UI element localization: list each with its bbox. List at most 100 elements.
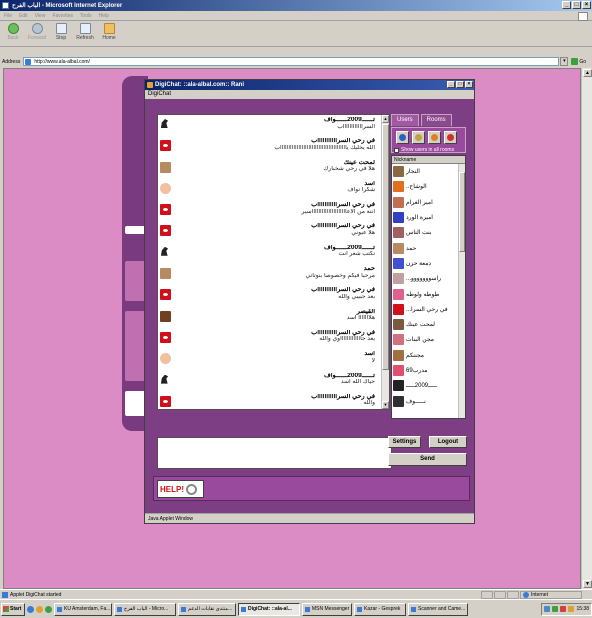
go-button[interactable]: Go bbox=[571, 58, 586, 65]
user-list-scrollbar[interactable] bbox=[458, 164, 465, 418]
message-input[interactable] bbox=[157, 437, 392, 469]
tray-icon[interactable] bbox=[568, 606, 575, 612]
message-panel: ﺗــــــ2009ــــــﻮﺍﻑ ﺍﻟﺴﺮﺍﺍﺍﺍﺍﺍﺍﺍﺍﺍﺍﺍﺏ ﻓﻲ … bbox=[157, 114, 390, 410]
user-list-item[interactable]: ﺩﻣﻌﺔ ﺣﺰﻥ bbox=[392, 256, 465, 271]
user-list-item[interactable]: ﻣﺪﺭﺏ69 bbox=[392, 363, 465, 378]
page-icon bbox=[25, 59, 32, 65]
scroll-down-button[interactable]: ▼ bbox=[583, 580, 592, 588]
private-message-button[interactable] bbox=[428, 131, 441, 144]
message-text: ﺷﻜﺮﺍ ﺗﻮﺍﻑ bbox=[347, 187, 375, 194]
tray-icon[interactable] bbox=[552, 606, 559, 612]
start-button[interactable]: Start bbox=[1, 602, 25, 616]
avatar-icon bbox=[160, 119, 171, 130]
taskbar-button[interactable]: ﺍﻟﺒﺎﺏ ﺍﻟﻔﺮﺡ - Micro... bbox=[114, 602, 176, 616]
scroll-up-button[interactable]: ▲ bbox=[583, 69, 592, 77]
user-list-item[interactable]: ﺍﻟﻮﺷﺎﺡ.. bbox=[392, 179, 465, 194]
user-list-item[interactable]: ﺑﻨﺖ ﺍﻟﻨﺎﺱ bbox=[392, 225, 465, 240]
user-list-item[interactable]: ﺍﻣﻴﺮﺓ ﺍﻟﻮﺭﺩ bbox=[392, 210, 465, 225]
user-avatar-icon bbox=[393, 395, 404, 407]
minimize-button[interactable]: _ bbox=[562, 1, 571, 9]
menu-bar: File Edit View Favorites Tools Help bbox=[0, 11, 592, 21]
user-list-item[interactable]: ﻟﻤﺤﺖ ﻋﻴﻨﻚ bbox=[392, 317, 465, 332]
send-button[interactable]: Send bbox=[388, 453, 467, 466]
security-zone: Internet bbox=[520, 590, 582, 599]
taskbar-button[interactable]: KU Amsterdam, Fa... bbox=[54, 602, 112, 616]
go-arrow-icon bbox=[571, 58, 579, 65]
help-button[interactable]: HELP! bbox=[157, 480, 204, 498]
logout-button[interactable]: Logout bbox=[429, 436, 467, 448]
stop-button[interactable]: Stop bbox=[51, 23, 71, 46]
close-button[interactable]: × bbox=[582, 1, 591, 9]
address-dropdown-button[interactable]: ▾ bbox=[560, 57, 569, 66]
user-list-item[interactable]: ﻣﺠﻨﻨﻜﻢ bbox=[392, 348, 465, 363]
page-scrollbar[interactable]: ▲ ▼ bbox=[581, 68, 592, 589]
taskbar-button[interactable]: MSN Messenger bbox=[302, 602, 352, 616]
user-nickname: ﺍﻣﻴﺮ ﺍﻟﻐﺮﺍﻡ bbox=[406, 199, 433, 206]
digichat-window: DigiChat: ::ala-albal.com:: Rani _ □ × D… bbox=[144, 79, 475, 524]
user-tools: Show users in all rooms bbox=[391, 127, 466, 153]
user-avatar-icon bbox=[393, 334, 404, 346]
taskbar-button[interactable]: Kazar - Gesprek bbox=[354, 602, 406, 616]
avatar-icon bbox=[160, 289, 171, 301]
checkbox[interactable] bbox=[394, 147, 399, 153]
show-all-rooms-checkbox[interactable]: Show users in all rooms bbox=[392, 147, 465, 153]
user-avatar-icon bbox=[393, 212, 404, 224]
menu-edit[interactable]: Edit bbox=[19, 13, 28, 19]
status-cell bbox=[494, 590, 506, 599]
taskbar-button[interactable]: Scanner and Came... bbox=[408, 602, 468, 616]
user-list-item[interactable]: ﺣﻤﺪ bbox=[392, 240, 465, 255]
user-list-item[interactable]: ﺍﻣﻴﺮ ﺍﻟﻐﺮﺍﻡ bbox=[392, 195, 465, 210]
ignore-user-button[interactable] bbox=[412, 131, 425, 144]
user-nickname: ﺍﻟﻨﺠﺎﺭ bbox=[406, 169, 420, 176]
quick-launch-icon[interactable] bbox=[45, 605, 52, 613]
maximize-button[interactable]: □ bbox=[572, 1, 581, 9]
user-avatar-icon bbox=[393, 166, 404, 178]
user-list-item[interactable]: ﺭﺍﺳﻮﻭﻭﻭﻭﻭﻭ... bbox=[392, 271, 465, 286]
chat-message: ﻓﻲ ﺭﺣﻲ ﺍﻟﺴﺮﺍﺍﺍﺍﺍﺍﺍﺍﺍﺍﺍﺏ ﺑﻌﺪ ﺣﺒﻴﺒﻲ ﻭﺍﻟﻠﻪ bbox=[160, 287, 382, 308]
menu-help[interactable]: Help bbox=[99, 13, 109, 19]
scroll-thumb[interactable] bbox=[459, 172, 465, 252]
menu-view[interactable]: View bbox=[35, 13, 46, 19]
tab-users[interactable]: Users bbox=[391, 114, 419, 126]
tray-icon[interactable] bbox=[560, 606, 567, 612]
forward-button[interactable]: Forward bbox=[27, 23, 47, 46]
avatar-icon bbox=[160, 161, 171, 173]
user-list-item[interactable]: ـــــ2009ـــــ bbox=[392, 378, 465, 393]
taskbar-button[interactable]: DigiChat: ::ala-al... bbox=[238, 602, 300, 616]
back-button[interactable]: Back bbox=[3, 23, 23, 46]
user-list-item[interactable]: ﻓﻲ ﺭﺣﻲ ﺍﻟﺴﺮﺍ... bbox=[392, 302, 465, 317]
refresh-button[interactable]: Refresh bbox=[75, 23, 95, 46]
taskbar-button[interactable]: ﻣﻨﺘﺪﻯ ﻧﻘﺎﺑﺎﺕ ﺍﻟﺪﻋﻢ... bbox=[178, 602, 236, 616]
menu-tools[interactable]: Tools bbox=[80, 13, 92, 19]
nickname-column-header[interactable]: Nickname bbox=[392, 156, 465, 164]
user-list-item[interactable]: ﺍﻟﻨﺠﺎﺭ bbox=[392, 164, 465, 179]
menu-favorites[interactable]: Favorites bbox=[52, 13, 73, 19]
settings-button[interactable]: Settings bbox=[388, 436, 421, 448]
chat-minimize-button[interactable]: _ bbox=[447, 81, 455, 88]
user-list-item[interactable]: ﻃﻮﻃﻪ ﻭﻟﻮﻃﻪ bbox=[392, 286, 465, 301]
help-area: HELP! bbox=[153, 476, 470, 501]
tray-icon[interactable] bbox=[544, 606, 551, 612]
user-list-item[interactable]: ﻣﺠﻦ ﺍﻟﺒﻨﺎﺕ bbox=[392, 332, 465, 347]
address-bar: Address http://www.ala-albal.com/ ▾ Go bbox=[0, 56, 592, 67]
message-text: ﺣﻴﺎﻙ ﺍﻟﻠﻪ ﺍﺳﺪ bbox=[340, 379, 375, 386]
message-text: ﻻ bbox=[371, 357, 375, 364]
quick-launch-icon[interactable] bbox=[36, 605, 43, 613]
address-input[interactable]: http://www.ala-albal.com/ bbox=[23, 57, 560, 66]
buzz-user-button[interactable] bbox=[444, 131, 457, 144]
chat-message: ﻓﻲ ﺭﺣﻲ ﺍﻟﺴﺮﺍﺍﺍﺍﺍﺍﺍﺍﺍﺍﺍﺏ ﻳﻌﺪ ﺟﺎﺍﺍﺍﺍﺍﺍﺍﺍﺍﺍﺍ… bbox=[160, 330, 382, 351]
user-list-item[interactable]: ﻧـــــﻮﻑ bbox=[392, 393, 465, 408]
message-text: ﻭﺍﻟﻠﻪ bbox=[363, 400, 375, 407]
chat-message: ﺍﺳﺪ ﻻ bbox=[160, 351, 382, 372]
user-avatar-icon bbox=[393, 288, 404, 300]
user-avatar-icon bbox=[393, 257, 404, 269]
home-button[interactable]: Home bbox=[99, 23, 119, 46]
quick-launch-icon[interactable] bbox=[27, 605, 34, 613]
chat-close-button[interactable]: × bbox=[465, 81, 473, 88]
tab-rooms[interactable]: Rooms bbox=[420, 114, 452, 126]
user-nickname: ﻓﻲ ﺭﺣﻲ ﺍﻟﺴﺮﺍ... bbox=[406, 306, 448, 313]
user-info-button[interactable] bbox=[396, 131, 409, 144]
chat-maximize-button[interactable]: □ bbox=[456, 81, 464, 88]
menu-file[interactable]: File bbox=[4, 13, 12, 19]
chat-message: ﺍﺳﺪ ﺷﻜﺮﺍ ﺗﻮﺍﻑ bbox=[160, 181, 382, 202]
